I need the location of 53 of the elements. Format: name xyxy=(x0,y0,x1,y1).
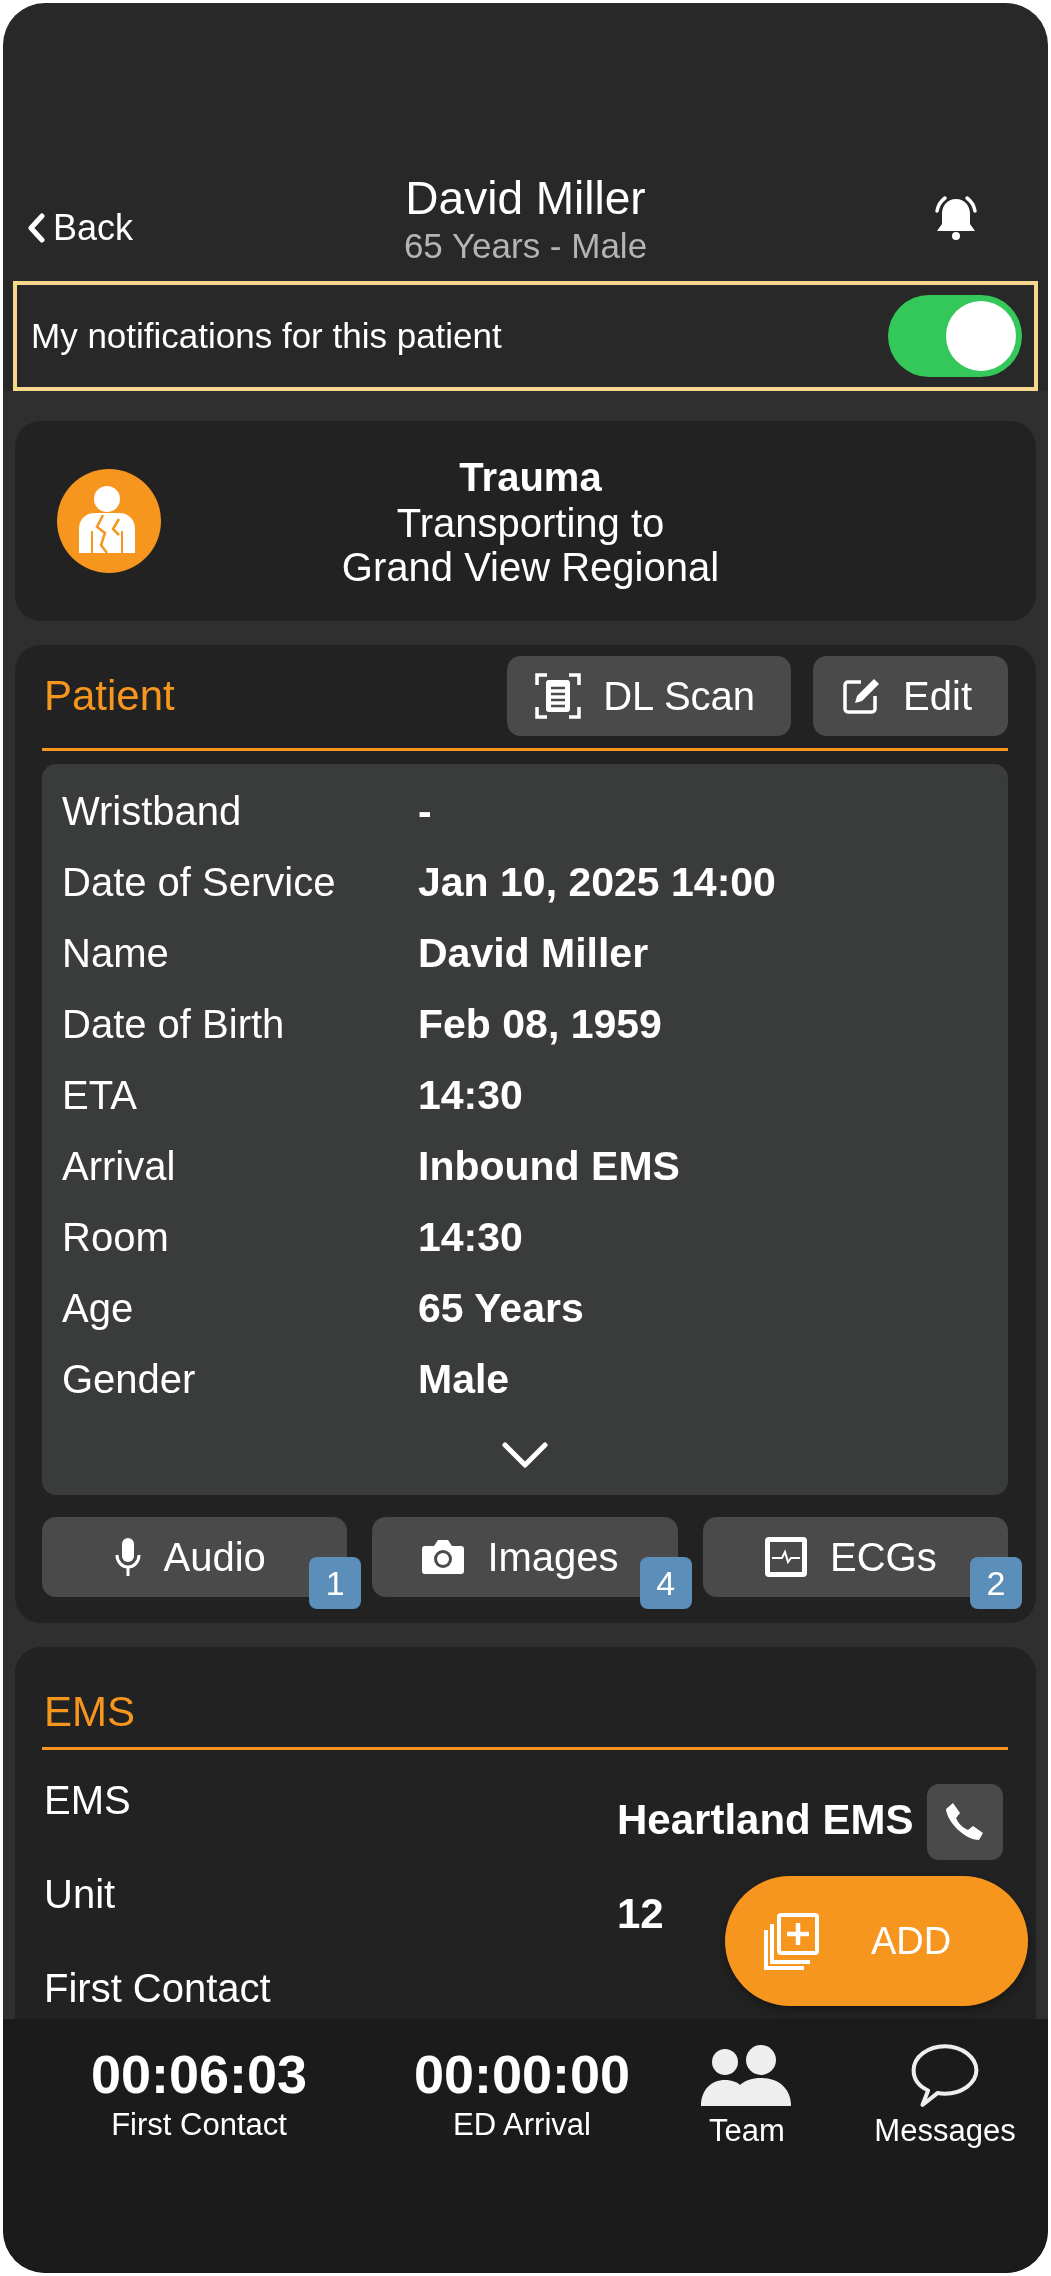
expand-chevron-icon[interactable] xyxy=(501,1441,549,1469)
back-button[interactable]: Back xyxy=(27,207,134,249)
status-line: Transporting to xyxy=(396,501,665,545)
case-type-title: Trauma xyxy=(459,454,602,501)
field-label: EMS xyxy=(43,1777,131,1823)
field-label: First Contact xyxy=(43,1965,271,2011)
edit-button[interactable]: Edit xyxy=(813,656,1008,736)
patient-name-title: David Miller xyxy=(405,171,646,225)
count-badge: 2 xyxy=(970,1557,1022,1609)
dl-scan-button[interactable]: DL Scan xyxy=(507,656,792,736)
field-label: Date of Birth xyxy=(61,1002,286,1047)
count-badge: 4 xyxy=(639,1557,692,1609)
timer-label: ED Arrival xyxy=(453,2106,591,2144)
messages-tab[interactable]: Messages xyxy=(845,2043,1045,2149)
field-value: Inbound EMS xyxy=(418,1143,680,1190)
field-value: Heartland EMS xyxy=(617,1796,914,1844)
field-label: Room xyxy=(61,1215,170,1260)
field-label: Wristband xyxy=(61,789,243,834)
microphone-icon xyxy=(113,1537,142,1577)
field-value: David Miller xyxy=(418,930,649,977)
back-chevron-icon xyxy=(27,213,45,243)
notification-label: My notifications for this patient xyxy=(31,316,502,356)
patient-subtitle: 65 Years - Male xyxy=(403,225,648,267)
call-button[interactable] xyxy=(927,1784,1003,1860)
timer-label: First Contact xyxy=(111,2106,287,2144)
edit-icon xyxy=(841,676,882,716)
field-value: 14:30 xyxy=(418,1072,523,1119)
section-title: Patient xyxy=(43,672,176,720)
field-label: Unit xyxy=(43,1871,116,1917)
field-label: Arrival xyxy=(61,1144,177,1189)
field-label: Gender xyxy=(61,1357,197,1402)
add-stack-icon xyxy=(763,1912,821,1970)
section-title: EMS xyxy=(42,1687,1008,1750)
field-value: - xyxy=(418,788,432,835)
field-label: ETA xyxy=(61,1073,138,1118)
status-line: Grand View Regional xyxy=(341,545,720,589)
timer-value: 00:06:03 xyxy=(90,2043,308,2105)
field-label: Name xyxy=(61,931,170,976)
field-value: Feb 08, 1959 xyxy=(418,1001,662,1048)
ecg-icon xyxy=(763,1536,808,1578)
field-value: 65 Years xyxy=(418,1285,584,1332)
timer-value: 00:00:00 xyxy=(413,2043,631,2105)
document-scan-icon xyxy=(535,673,582,719)
field-value: 12 xyxy=(617,1890,664,1938)
field-value: Male xyxy=(418,1356,510,1403)
count-badge: 1 xyxy=(309,1557,362,1609)
camera-icon xyxy=(421,1538,466,1576)
field-value: Jan 10, 2025 14:00 xyxy=(418,859,776,906)
field-value: 14:30 xyxy=(418,1214,523,1261)
field-label: Age xyxy=(61,1286,135,1331)
person-icon xyxy=(57,469,161,573)
team-tab[interactable]: Team xyxy=(649,2043,845,2149)
field-label: Date of Service xyxy=(61,860,337,905)
